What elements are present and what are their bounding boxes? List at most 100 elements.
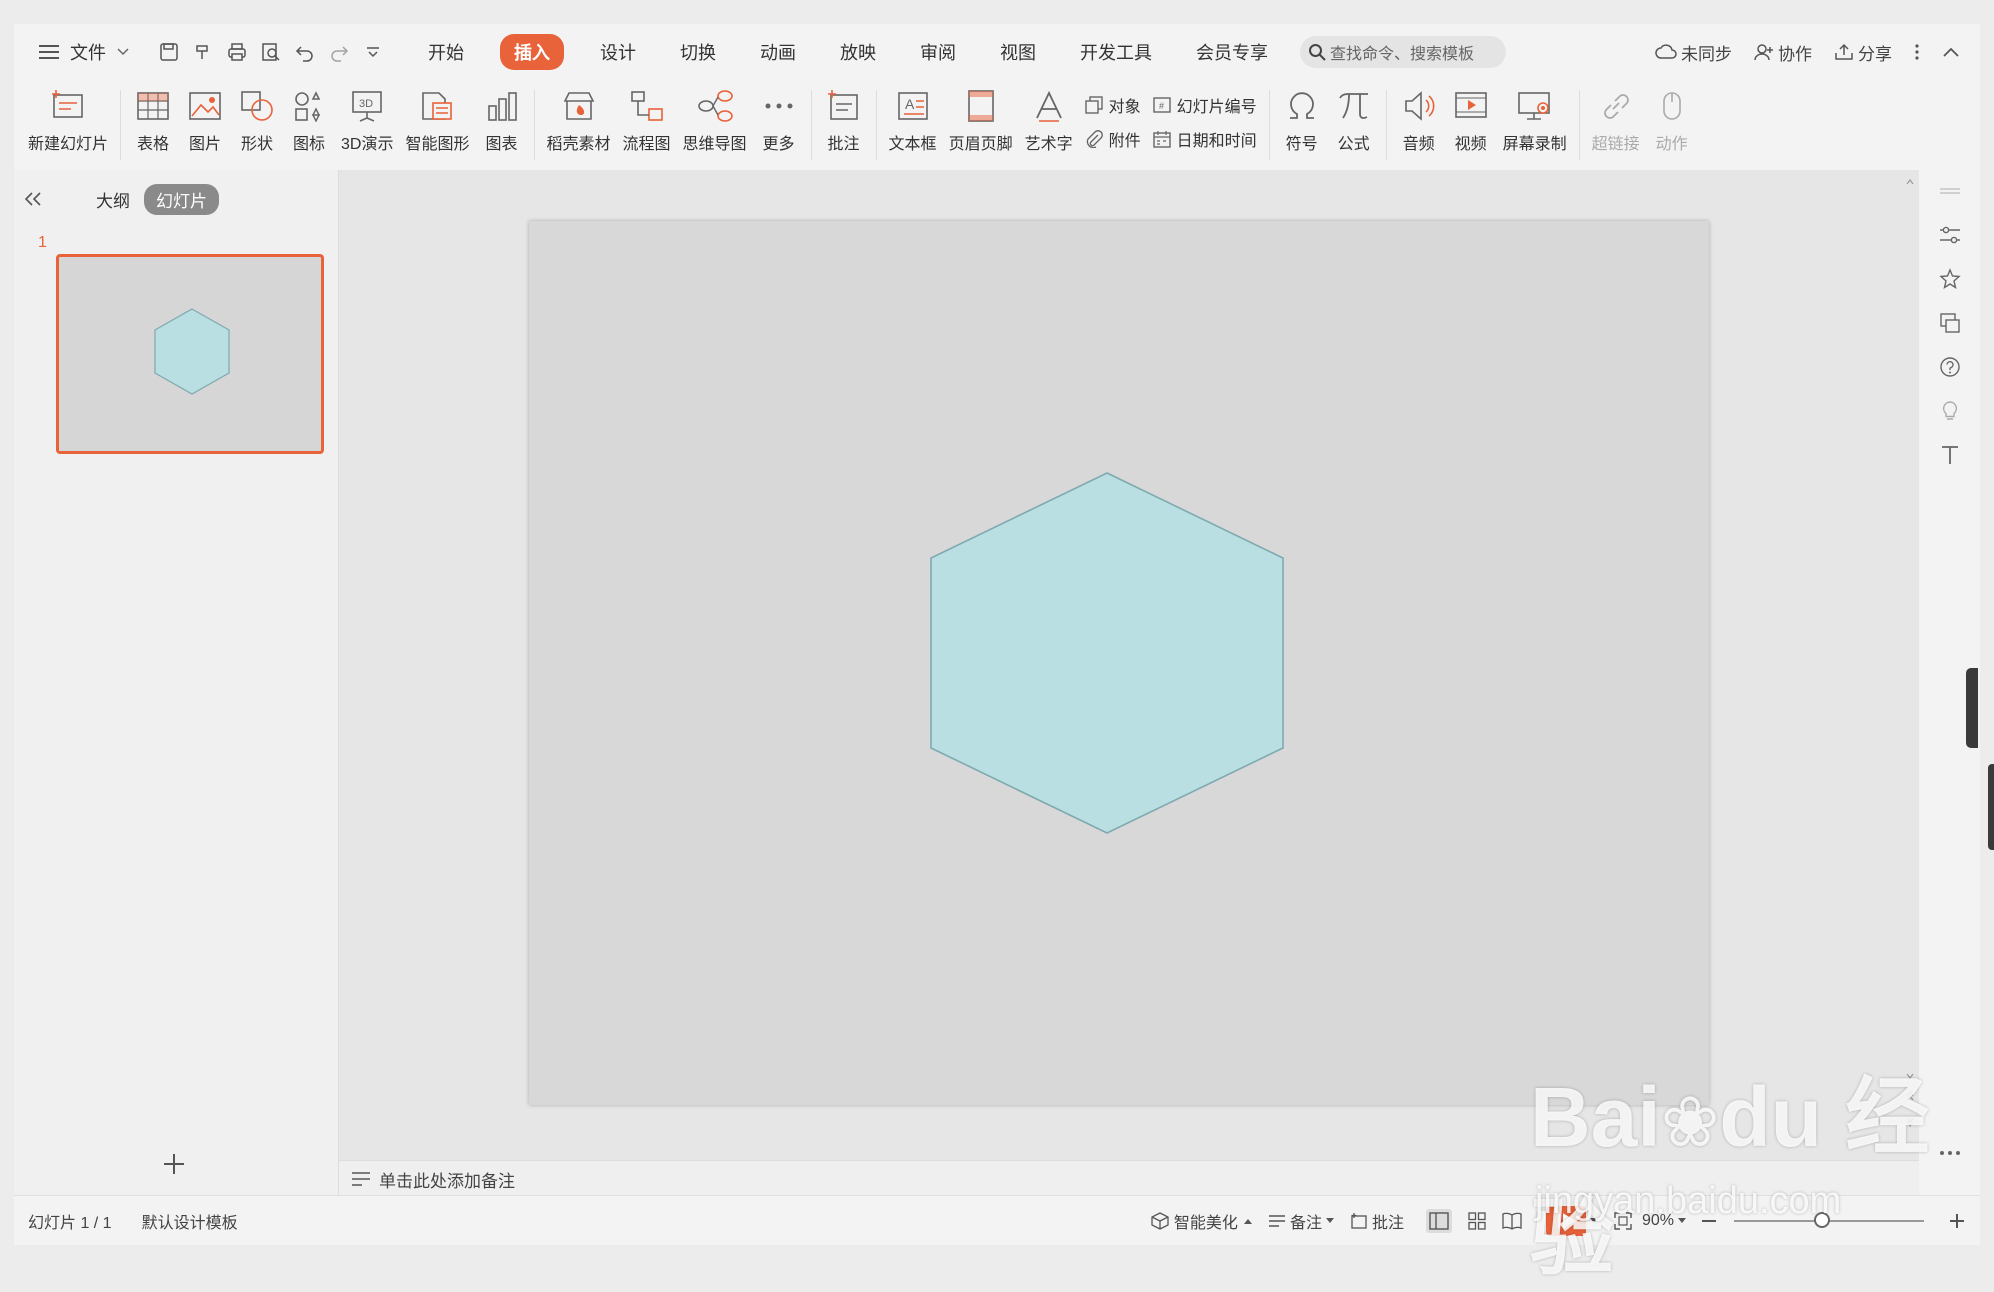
object-button[interactable]: 对象 (1084, 88, 1141, 122)
attachment-button[interactable]: 附件 (1085, 122, 1141, 156)
video-button[interactable]: 视频 (1451, 80, 1491, 154)
share-icon (1834, 43, 1854, 61)
separator (1578, 90, 1580, 160)
grid-view-icon[interactable] (1468, 1211, 1486, 1230)
picture-button[interactable]: 图片 (185, 80, 225, 154)
print-preview-icon[interactable] (260, 41, 282, 63)
help-icon[interactable] (1937, 354, 1963, 380)
3d-demo-button[interactable]: 3D 3D演示 (341, 80, 393, 154)
menu-bar: 文件 开始 插入 设计 切换 动画 放映 审阅 视图 开发工具 会员专享 查找命… (14, 24, 1980, 80)
tab-outline[interactable]: 大纲 (96, 187, 130, 212)
mindmap-icon (695, 86, 735, 126)
header-footer-button[interactable]: 页眉页脚 (949, 80, 1013, 154)
tab-slides[interactable]: 幻灯片 (144, 183, 219, 215)
shape-button[interactable]: 形状 (237, 80, 277, 154)
table-button[interactable]: 表格 (133, 80, 173, 154)
lightbulb-icon[interactable] (1937, 398, 1963, 424)
vertical-scrollbar[interactable] (1904, 174, 1916, 1144)
tab-review[interactable]: 审阅 (912, 35, 964, 69)
properties-icon[interactable] (1937, 222, 1963, 248)
smartart-button[interactable]: 智能图形 (405, 80, 470, 154)
redo-icon[interactable] (328, 41, 350, 63)
audio-button[interactable]: 音频 (1399, 80, 1439, 154)
more-vertical-icon[interactable] (1914, 43, 1920, 61)
double-chevron-left-icon[interactable] (24, 192, 48, 206)
svg-text:3D: 3D (359, 98, 373, 110)
new-slide-button[interactable]: 新建幻灯片 (28, 80, 108, 154)
material-icon (559, 86, 599, 126)
ribbon-insert: 新建幻灯片 表格 图片 形状 图标 3D 3D演示 智能图形 图表 稻壳素材 流… (14, 80, 1980, 170)
more-button[interactable]: 更多 (759, 80, 799, 154)
side-scroll-handle-lower[interactable] (1988, 764, 1994, 850)
slide-number-button[interactable]: # 幻灯片编号 (1152, 88, 1257, 122)
text-icon[interactable] (1937, 442, 1963, 468)
tab-transition[interactable]: 切换 (672, 35, 724, 69)
action-button[interactable]: 动作 (1652, 80, 1692, 154)
hyperlink-button[interactable]: 超链接 (1592, 80, 1640, 154)
comment-icon (824, 86, 864, 126)
template-name[interactable]: 默认设计模板 (142, 1209, 238, 1233)
more-dots-icon (759, 86, 799, 126)
separator (1268, 90, 1270, 160)
mindmap-button[interactable]: 思维导图 (683, 80, 747, 154)
svg-text:#: # (1159, 101, 1164, 111)
baidu-watermark-url: jingyan.baidu.com (1535, 1180, 1842, 1222)
wordart-button[interactable]: 艺术字 (1025, 80, 1073, 154)
comment-button[interactable]: 批注 (824, 80, 864, 154)
separator (810, 90, 812, 160)
share-button[interactable]: 分享 (1834, 40, 1892, 65)
icon-button[interactable]: 图标 (289, 80, 329, 154)
reading-view-icon[interactable] (1502, 1212, 1522, 1230)
user-add-icon (1754, 43, 1774, 61)
format-painter-icon[interactable] (192, 41, 214, 63)
undo-icon[interactable] (294, 41, 316, 63)
symbol-button[interactable]: 符号 (1282, 80, 1322, 154)
panel-tabs: 大纲 幻灯片 (14, 183, 338, 215)
hexagon-shape[interactable] (930, 472, 1284, 834)
collapse-ribbon-icon[interactable] (1942, 46, 1960, 58)
screen-record-button[interactable]: 屏幕录制 (1503, 80, 1567, 154)
customize-toolbar-icon[interactable] (362, 41, 384, 63)
tab-view[interactable]: 视图 (992, 35, 1044, 69)
sync-button[interactable]: 未同步 (1655, 40, 1732, 65)
formula-button[interactable]: 公式 (1334, 80, 1374, 154)
tab-membership[interactable]: 会员专享 (1188, 35, 1276, 69)
add-slide-icon[interactable] (162, 1152, 186, 1176)
print-icon[interactable] (226, 41, 248, 63)
header-footer-icon (961, 86, 1001, 126)
slide-counter: 幻灯片 1 / 1 (28, 1214, 112, 1232)
notes-icon (351, 1171, 371, 1187)
slide-thumbnail[interactable] (56, 254, 324, 454)
textbox-button[interactable]: A 文本框 (889, 80, 937, 154)
command-search[interactable]: 查找命令、搜索模板 (1300, 36, 1506, 68)
slide-number-icon: # (1152, 96, 1171, 114)
caret-down-icon (1325, 1217, 1334, 1224)
tab-animation[interactable]: 动画 (752, 35, 804, 69)
datetime-button[interactable]: 日期和时间 (1152, 122, 1257, 156)
hamburger-icon[interactable] (38, 41, 60, 63)
separator (120, 90, 122, 160)
collab-button[interactable]: 协作 (1754, 40, 1812, 65)
notes-toggle-button[interactable]: 备注 (1268, 1209, 1334, 1233)
save-icon[interactable] (158, 41, 180, 63)
normal-view-icon[interactable] (1425, 1208, 1452, 1233)
tab-slideshow[interactable]: 放映 (832, 35, 884, 69)
chevron-down-icon[interactable] (112, 41, 134, 63)
file-menu[interactable]: 文件 (70, 39, 106, 65)
side-scroll-handle[interactable] (1966, 668, 1978, 748)
copy-slides-icon[interactable] (1937, 310, 1963, 336)
slide-canvas[interactable] (529, 221, 1709, 1105)
tab-home[interactable]: 开始 (420, 35, 472, 69)
star-icon[interactable] (1937, 266, 1963, 292)
comment-toggle-button[interactable]: 批注 (1350, 1209, 1404, 1233)
beautify-button[interactable]: 智能美化 (1151, 1209, 1252, 1233)
mouse-icon (1652, 86, 1692, 126)
chart-button[interactable]: 图表 (482, 80, 522, 154)
tab-developer[interactable]: 开发工具 (1072, 35, 1160, 69)
flowchart-button[interactable]: 流程图 (623, 80, 671, 154)
tab-insert[interactable]: 插入 (500, 34, 564, 70)
material-button[interactable]: 稻壳素材 (547, 80, 611, 154)
tab-design[interactable]: 设计 (592, 35, 644, 69)
video-icon (1451, 86, 1491, 126)
textbox-icon: A (893, 86, 933, 126)
